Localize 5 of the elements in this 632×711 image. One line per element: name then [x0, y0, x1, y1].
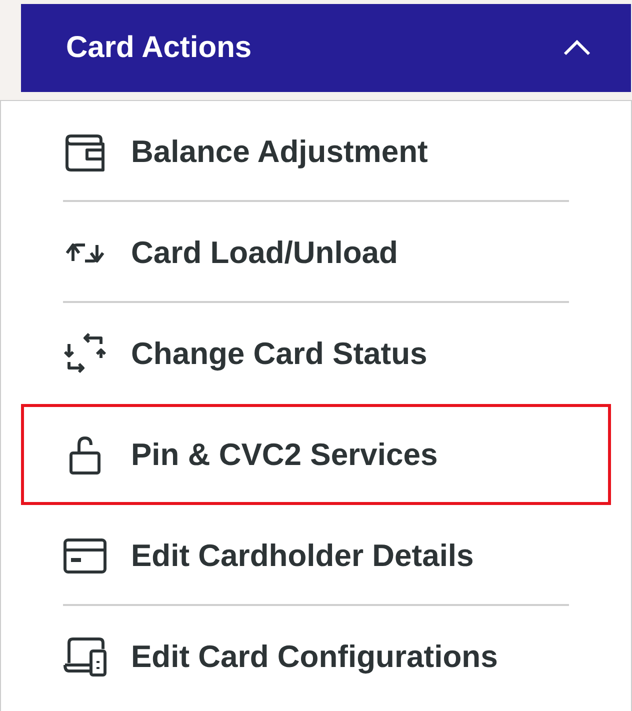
laptop-phone-icon — [63, 634, 107, 678]
chevron-up-icon — [563, 39, 591, 57]
menu-item[interactable]: Pin & CVC2 Services — [21, 404, 611, 505]
card-actions-header[interactable]: Card Actions — [21, 4, 631, 92]
cycle-arrows-icon — [63, 332, 107, 376]
